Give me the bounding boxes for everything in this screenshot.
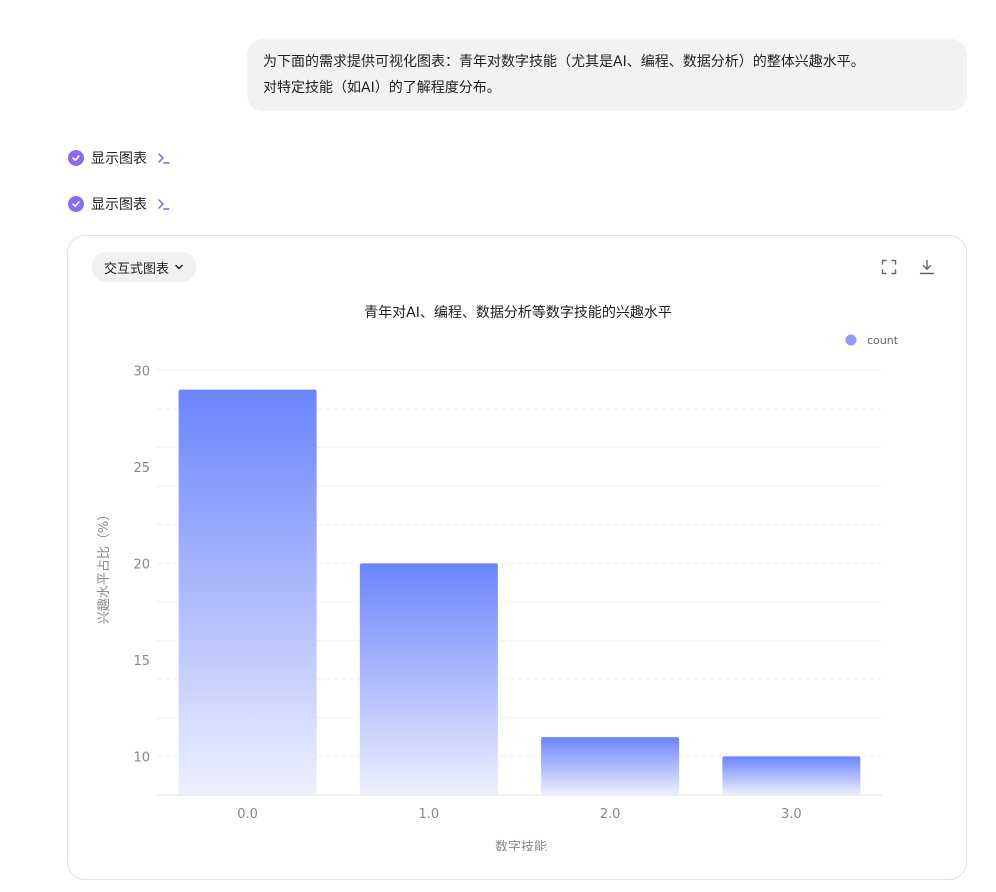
step-label: 显示图表 [91, 197, 147, 213]
user-message-line-1: 为下面的需求提供可视化图表：青年对数字技能（尤其是AI、编程、数据分析）的整体兴… [263, 54, 865, 70]
bar[interactable] [722, 756, 861, 795]
chevron-down-icon [175, 264, 183, 270]
user-message-line-2: 对特定技能（如AI）的了解程度分布。 [263, 80, 501, 96]
bar[interactable] [541, 737, 680, 795]
step-show-chart-1[interactable]: 显示图表 [68, 147, 171, 169]
y-tick-label: 30 [133, 364, 150, 379]
step-label: 显示图表 [91, 151, 147, 167]
terminal-icon[interactable] [157, 197, 171, 211]
terminal-icon[interactable] [157, 151, 171, 165]
y-tick-label: 25 [133, 461, 150, 476]
fullscreen-icon[interactable] [879, 257, 899, 277]
chart-card: 交互式图表 青年对AI、编程、数据分析等数字技能的兴趣水平 count 10 1… [67, 235, 967, 880]
y-axis-label: 兴趣水平占比（%） [97, 508, 112, 624]
x-tick-label: 0.0 [237, 807, 258, 822]
legend-marker [845, 334, 857, 346]
x-tick-label: 2.0 [600, 807, 621, 822]
bar-chart: 青年对AI、编程、数据分析等数字技能的兴趣水平 count 10 15 20 25 30… [97, 304, 899, 851]
legend-label: count [867, 334, 899, 347]
x-tick-label: 1.0 [419, 807, 440, 822]
bar[interactable] [178, 389, 317, 795]
chart-type-label: 交互式图表 [104, 261, 170, 277]
chart-title: 青年对AI、编程、数据分析等数字技能的兴趣水平 [364, 304, 672, 321]
x-tick-label: 3.0 [781, 807, 802, 822]
user-message-bubble: 为下面的需求提供可视化图表：青年对数字技能（尤其是AI、编程、数据分析）的整体兴… [247, 39, 967, 111]
chart-type-dropdown[interactable]: 交互式图表 [92, 252, 197, 282]
check-circle-icon [68, 150, 84, 166]
x-axis-label: 数字技能 [495, 840, 547, 851]
y-tick-label: 15 [133, 654, 150, 669]
download-icon[interactable] [917, 257, 937, 277]
page: 为下面的需求提供可视化图表：青年对数字技能（尤其是AI、编程、数据分析）的整体兴… [0, 0, 996, 892]
bar[interactable] [359, 563, 498, 795]
y-tick-label: 20 [133, 557, 150, 572]
chart-legend[interactable]: count [845, 334, 899, 347]
check-circle-icon [68, 196, 84, 212]
step-show-chart-2[interactable]: 显示图表 [68, 193, 171, 215]
y-tick-label: 10 [133, 750, 150, 765]
